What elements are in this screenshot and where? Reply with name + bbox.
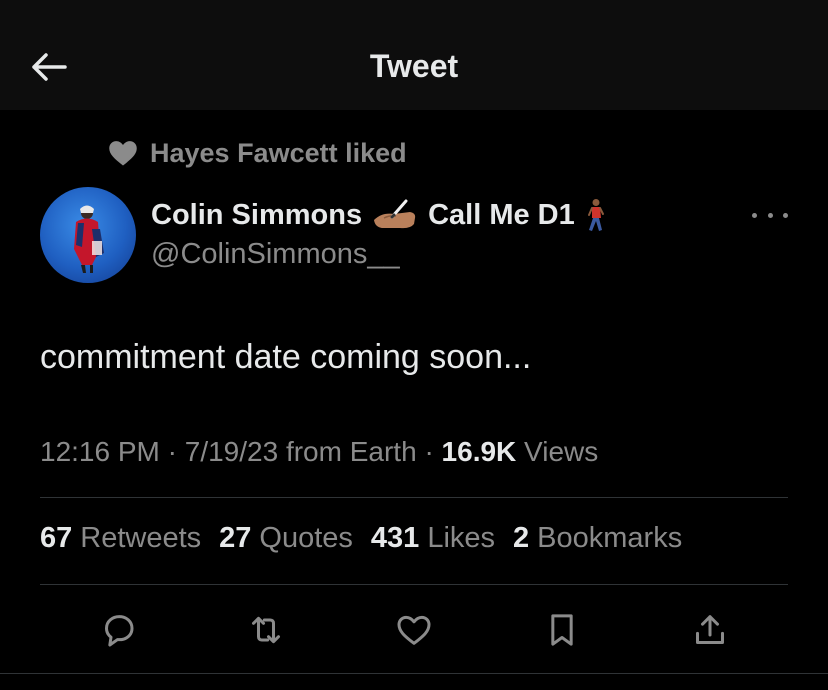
- action-bar: [0, 606, 828, 656]
- author-name: Colin Simmons: [151, 198, 363, 231]
- bookmark-button[interactable]: [538, 606, 586, 654]
- views-count: 16.9K: [441, 436, 517, 467]
- tweet-source: from Earth: [285, 436, 417, 467]
- stat-count: 67: [40, 522, 73, 554]
- stat-retweets[interactable]: 67 Retweets: [40, 522, 201, 562]
- author-handle[interactable]: @ColinSimmons__: [151, 238, 400, 271]
- tweet-meta: 12:16 PM · 7/19/23 from Earth · 16.9K Vi…: [40, 436, 598, 468]
- author-name-suffix: Call Me D1: [428, 198, 575, 231]
- tweet-text: commitment date coming soon...: [40, 338, 532, 376]
- stat-label: Retweets: [80, 522, 202, 554]
- retweet-button[interactable]: [242, 606, 290, 654]
- like-icon: [397, 615, 431, 645]
- stat-count: 27: [219, 522, 252, 554]
- divider: [40, 497, 788, 498]
- bookmark-icon: [551, 614, 573, 646]
- tweet-date[interactable]: 7/19/23: [185, 436, 278, 467]
- more-options-button[interactable]: [752, 205, 788, 225]
- stat-count: 2: [513, 522, 530, 554]
- stat-quotes[interactable]: 27 Quotes: [219, 522, 353, 562]
- avatar[interactable]: [40, 187, 136, 283]
- bottom-divider: [0, 673, 828, 674]
- author-name-row[interactable]: Colin Simmons Call Me D1: [151, 196, 609, 234]
- share-button[interactable]: [686, 606, 734, 654]
- top-bar: Tweet: [0, 0, 828, 110]
- views-label: Views: [524, 436, 599, 467]
- stat-label: Quotes: [259, 522, 353, 554]
- stat-bookmarks[interactable]: 2 Bookmarks: [513, 522, 682, 562]
- reply-button[interactable]: [95, 606, 143, 654]
- person-walking-emoji-icon: [583, 198, 609, 232]
- reply-icon: [105, 615, 134, 647]
- page-title: Tweet: [369, 48, 459, 84]
- stat-label: Bookmarks: [537, 522, 683, 554]
- separator-dot: ·: [424, 436, 442, 467]
- like-button[interactable]: [390, 606, 438, 654]
- engagement-stats: 67 Retweets 27 Quotes 431 Likes 2 Bookmarks: [40, 522, 682, 562]
- stat-label: Likes: [427, 522, 496, 554]
- tweet-time[interactable]: 12:16 PM: [40, 436, 160, 467]
- more-dot-icon: [752, 212, 757, 218]
- divider: [40, 584, 788, 585]
- writing-hand-emoji-icon: [370, 198, 420, 232]
- social-context-text: Hayes Fawcett liked: [150, 137, 407, 168]
- avatar-image: [74, 205, 104, 273]
- stat-count: 431: [370, 522, 420, 554]
- stat-likes[interactable]: 431 Likes: [371, 522, 495, 562]
- more-dot-icon: [783, 212, 788, 218]
- more-dot-icon: [767, 212, 773, 218]
- retweet-icon: [252, 616, 280, 644]
- separator-dot: ·: [167, 436, 185, 467]
- social-context[interactable]: Hayes Fawcett liked: [108, 136, 407, 170]
- heart-filled-icon: [109, 141, 137, 166]
- share-icon: [696, 615, 724, 644]
